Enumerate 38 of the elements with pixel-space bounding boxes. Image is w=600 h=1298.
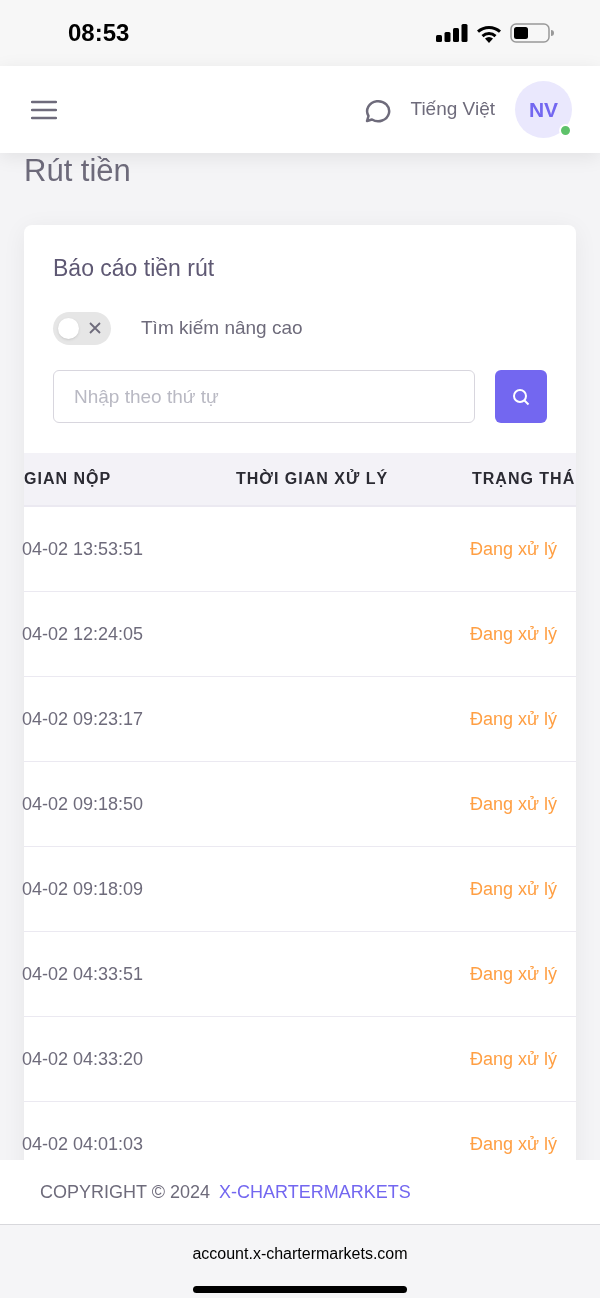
search-icon (512, 387, 530, 406)
battery-icon (510, 23, 554, 43)
status-label: Đang xử lý (470, 538, 558, 559)
language-selector[interactable]: Tiếng Việt (410, 95, 495, 124)
brand-link[interactable]: X-CHARTERMARKETS (219, 1178, 411, 1206)
copyright-text: COPYRIGHT © 2024 (40, 1180, 210, 1204)
column-header: THỜI GIAN XỬ LÝ (236, 470, 389, 487)
page-title: Rút tiền (24, 153, 132, 190)
menu-button[interactable] (31, 98, 59, 121)
table-cell: 04-02 09:23:17 (22, 708, 144, 729)
table-cell: 04-02 04:33:20 (22, 1048, 144, 1069)
table-cell: 04-02 04:33:51 (22, 963, 144, 984)
status-label: Đang xử lý (470, 623, 558, 644)
status-label: Đang xử lý (470, 793, 558, 814)
advanced-search-label: Tìm kiếm nâng cao (141, 316, 303, 341)
status-label: Đang xử lý (470, 708, 558, 729)
clock-time: 08:53 (68, 18, 130, 48)
table-cell: 04-02 04:01:03 (22, 1133, 144, 1154)
signal-icon (436, 24, 468, 42)
status-label: Đang xử lý (470, 1048, 558, 1069)
card-title: Báo cáo tiền rút (52, 254, 216, 283)
column-header: TRẠNG THÁ (472, 470, 576, 487)
advanced-search-toggle[interactable] (53, 312, 111, 345)
table-cell: 04-02 12:24:05 (22, 623, 144, 644)
status-label: Đang xử lý (470, 963, 558, 984)
table-cell: 04-02 13:53:51 (22, 538, 144, 559)
user-avatar[interactable]: NV (515, 81, 572, 138)
table-cell: 04-02 09:18:50 (22, 793, 144, 814)
url-bar[interactable]: account.x-chartermarkets.com (192, 1242, 408, 1266)
wifi-icon (476, 23, 502, 43)
menu-icon (31, 99, 57, 120)
table-cell: 04-02 09:18:09 (22, 878, 144, 899)
search-button[interactable] (495, 370, 547, 423)
column-header: GIAN NỘP (24, 470, 112, 487)
close-icon (88, 321, 102, 335)
status-label: Đang xử lý (470, 1133, 558, 1154)
status-label: Đang xử lý (470, 878, 558, 899)
search-field[interactable]: Nhập theo thứ tự (53, 370, 475, 423)
